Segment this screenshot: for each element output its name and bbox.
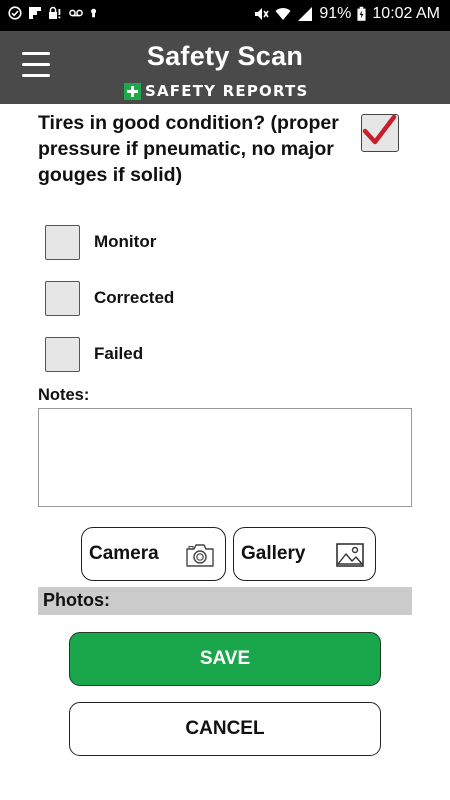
corrected-checkbox[interactable] — [45, 280, 80, 316]
plus-icon — [124, 82, 141, 100]
brand-name: SAFETY REPORTS — [145, 82, 309, 100]
option-label: Corrected — [94, 288, 175, 307]
camera-icon — [186, 544, 214, 567]
lock-warning-icon — [49, 6, 61, 19]
gallery-button[interactable]: Gallery — [233, 527, 376, 581]
photos-label: Photos: — [43, 590, 110, 610]
check-circle-icon — [8, 6, 22, 20]
status-icons-right: 91% 10:02 AM — [253, 5, 440, 23]
save-button[interactable]: SAVE — [69, 632, 381, 686]
monitor-checkbox[interactable] — [45, 224, 80, 260]
option-label: Failed — [94, 344, 144, 363]
photos-section: Photos: — [38, 587, 412, 615]
cancel-button[interactable]: CANCEL — [69, 702, 381, 756]
option-monitor[interactable]: Monitor — [45, 224, 156, 260]
option-failed[interactable]: Failed — [45, 336, 143, 372]
image-icon — [336, 543, 364, 567]
notes-label: Notes: — [38, 386, 90, 404]
clock: 10:02 AM — [372, 5, 440, 22]
wifi-icon — [275, 8, 291, 20]
battery-charging-icon — [357, 6, 366, 21]
notes-input[interactable] — [38, 408, 412, 507]
keyhole-icon — [91, 8, 97, 18]
status-icons-left — [8, 6, 100, 20]
question-checkbox[interactable] — [361, 114, 399, 152]
status-bar: 91% 10:02 AM — [0, 0, 450, 31]
option-corrected[interactable]: Corrected — [45, 280, 174, 316]
flipboard-icon — [29, 7, 41, 19]
page-title: Safety Scan — [146, 41, 304, 71]
gallery-button-label: Gallery — [241, 543, 306, 564]
cell-signal-icon — [298, 7, 313, 21]
camera-button[interactable]: Camera — [81, 527, 226, 581]
failed-checkbox[interactable] — [45, 336, 80, 372]
option-label: Monitor — [94, 232, 157, 251]
voicemail-icon — [69, 9, 83, 17]
camera-button-label: Camera — [89, 543, 159, 564]
app-header: Safety Scan SAFETY REPORTS — [0, 31, 450, 104]
brand-logo: SAFETY REPORTS — [124, 82, 308, 100]
inspection-question: Tires in good condition? (proper pressur… — [38, 112, 339, 186]
battery-percent: 91% — [319, 5, 352, 22]
mute-vibrate-icon — [255, 8, 270, 20]
checkmark-icon — [362, 114, 397, 145]
